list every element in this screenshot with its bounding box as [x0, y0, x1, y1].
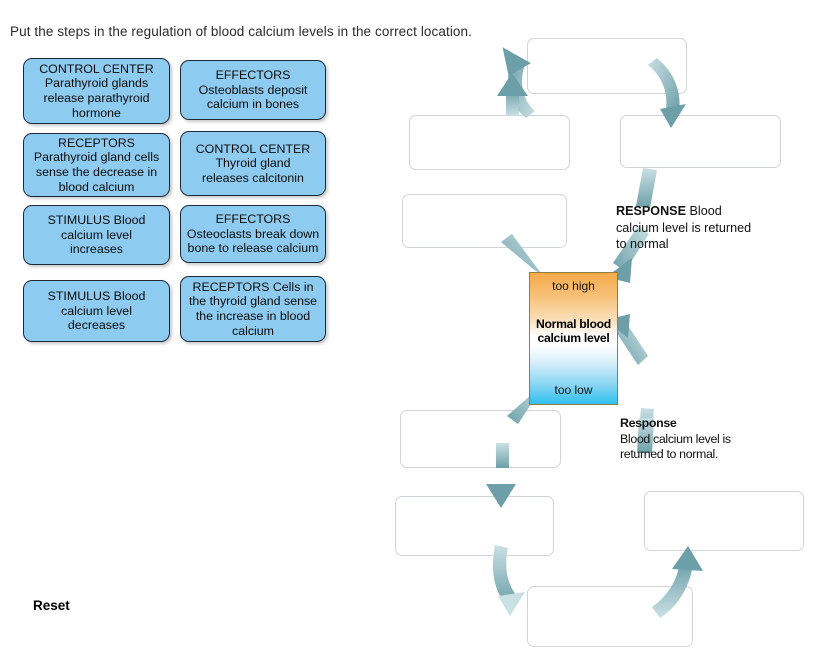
- tile-line: CONTROL CENTER: [39, 61, 154, 76]
- tile-text: CONTROL CENTER Parathyroid glands release …: [39, 62, 154, 120]
- tile-text: STIMULUS Blood calcium level decreases: [48, 289, 146, 333]
- tile-line: STIMULUS Blood: [47, 213, 146, 228]
- blood-calcium-gauge: too high Normal blood calcium level too …: [529, 272, 618, 405]
- answer-tile-tray: CONTROL CENTER Parathyroid glands release …: [0, 0, 360, 360]
- tile-text: EFFECTORS Osteoclasts break down bone to r…: [187, 212, 319, 256]
- tile-receptors-parathyroid[interactable]: RECEPTORS Parathyroid gland cells sense th…: [23, 133, 170, 197]
- tile-line: bone to release calcium: [187, 241, 319, 256]
- tile-line: hormone: [72, 105, 121, 120]
- tile-text: RECEPTORS Parathyroid gland cells sense th…: [34, 136, 159, 194]
- tile-effectors-osteoblasts[interactable]: EFFECTORS Osteoblasts deposit calcium in b…: [180, 60, 326, 120]
- tile-line: the increase in blood: [195, 309, 311, 323]
- arrow-upper-right-down: [636, 168, 657, 208]
- tile-control-center-thyroid[interactable]: CONTROL CENTER Thyroid gland releases calc…: [180, 131, 326, 196]
- gauge-label-normal: Normal blood calcium level: [530, 317, 617, 345]
- tile-line: decreases: [67, 318, 126, 333]
- tile-text: CONTROL CENTER Thyroid gland releases calc…: [196, 142, 311, 186]
- tile-line: RECEPTORS: [58, 135, 135, 150]
- response-lower-body: Blood calcium level is returned to norma…: [620, 431, 731, 462]
- tile-text: RECEPTORS Cells in the thyroid gland sens…: [189, 280, 317, 338]
- arrow-left-up: [497, 73, 528, 116]
- gauge-label-too-low: too low: [554, 383, 593, 397]
- tile-text: EFFECTORS Osteoblasts deposit calcium in b…: [199, 68, 308, 112]
- dropzone-upper-right[interactable]: [620, 115, 781, 168]
- tile-text: STIMULUS Blood calcium level increases: [48, 213, 146, 257]
- response-lower-title: Response: [620, 416, 677, 430]
- tile-stimulus-decrease[interactable]: STIMULUS Blood calcium level decreases: [23, 280, 170, 342]
- tile-line: calcium level: [61, 303, 132, 318]
- tile-line: STIMULUS Blood: [47, 289, 146, 304]
- tile-line: Osteoclasts break down: [186, 226, 320, 241]
- dropzone-top[interactable]: [527, 38, 687, 94]
- dropzone-bottom[interactable]: [527, 586, 693, 647]
- tile-receptors-thyroid[interactable]: RECEPTORS Cells in the thyroid gland sens…: [180, 276, 326, 342]
- response-upper-title: RESPONSE: [616, 204, 686, 218]
- tile-line: Thyroid gland: [215, 156, 291, 171]
- dropzone-mid-left[interactable]: [402, 194, 567, 248]
- tile-line: sense the decrease in: [35, 165, 158, 179]
- response-caption-lower: Response Blood calcium level is returned…: [620, 416, 740, 463]
- tile-effectors-osteoclasts[interactable]: EFFECTORS Osteoclasts break down bone to r…: [180, 205, 326, 263]
- reset-button[interactable]: Reset: [33, 598, 70, 613]
- tile-control-center-parathyroid[interactable]: CONTROL CENTER Parathyroid glands release …: [23, 58, 170, 124]
- tile-line: Parathyroid glands: [44, 76, 149, 91]
- response-caption-upper: RESPONSE Blood calcium level is returned…: [616, 203, 761, 253]
- tile-line: Parathyroid gland cells: [33, 150, 160, 165]
- tile-line: EFFECTORS: [215, 68, 291, 83]
- tile-line: calcium in bones: [206, 97, 300, 112]
- tile-line: RECEPTORS Cells in: [192, 279, 314, 294]
- tile-stimulus-increase[interactable]: STIMULUS Blood calcium level increases: [23, 205, 170, 265]
- dropzone-lower-left-1[interactable]: [400, 410, 561, 468]
- tile-line: release parathyroid: [43, 91, 150, 105]
- gauge-label-too-high: too high: [552, 279, 595, 293]
- tile-line: Osteoblasts deposit: [198, 82, 308, 97]
- dropzone-lower-right[interactable]: [644, 491, 804, 551]
- tile-line: blood calcium: [58, 179, 135, 194]
- tile-line: CONTROL CENTER: [195, 141, 311, 156]
- tile-line: the thyroid gland sense: [188, 294, 318, 309]
- tile-line: calcium level: [61, 227, 132, 242]
- tile-line: calcium: [232, 323, 274, 338]
- dropzone-upper-left[interactable]: [409, 115, 570, 170]
- dropzone-lower-left-2[interactable]: [395, 496, 554, 556]
- gauge-normal-line-2: calcium level: [537, 331, 610, 345]
- tile-line: increases: [69, 242, 123, 257]
- tile-line: releases calcitonin: [202, 170, 304, 185]
- homeostasis-cycle-diagram: too high Normal blood calcium level too …: [380, 18, 819, 659]
- tile-line: EFFECTORS: [215, 212, 291, 227]
- gauge-normal-line-1: Normal blood: [536, 317, 611, 331]
